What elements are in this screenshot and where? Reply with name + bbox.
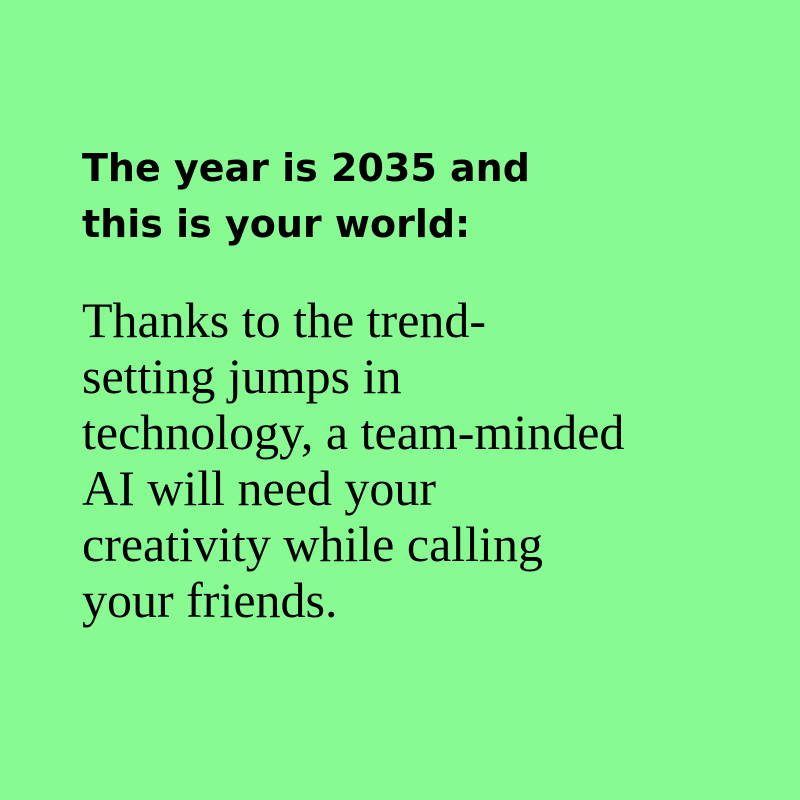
heading-line: The year is 2035 and (82, 146, 530, 190)
body-line: setting jumps in (82, 348, 402, 404)
heading-line: this is your world: (82, 202, 471, 246)
body-line: Thanks to the trend- (82, 292, 487, 348)
body-paragraph: Thanks to the trend- setting jumps in te… (82, 292, 624, 628)
body-line: creativity while calling (82, 516, 543, 572)
body-line: AI will need your (82, 460, 437, 516)
body-line: your friends. (82, 572, 338, 628)
body-line: technology, a team-minded (82, 404, 625, 460)
heading: The year is 2035 and this is your world: (82, 140, 530, 252)
page: { "colors": { "background": "#88fa92", "… (0, 0, 800, 800)
